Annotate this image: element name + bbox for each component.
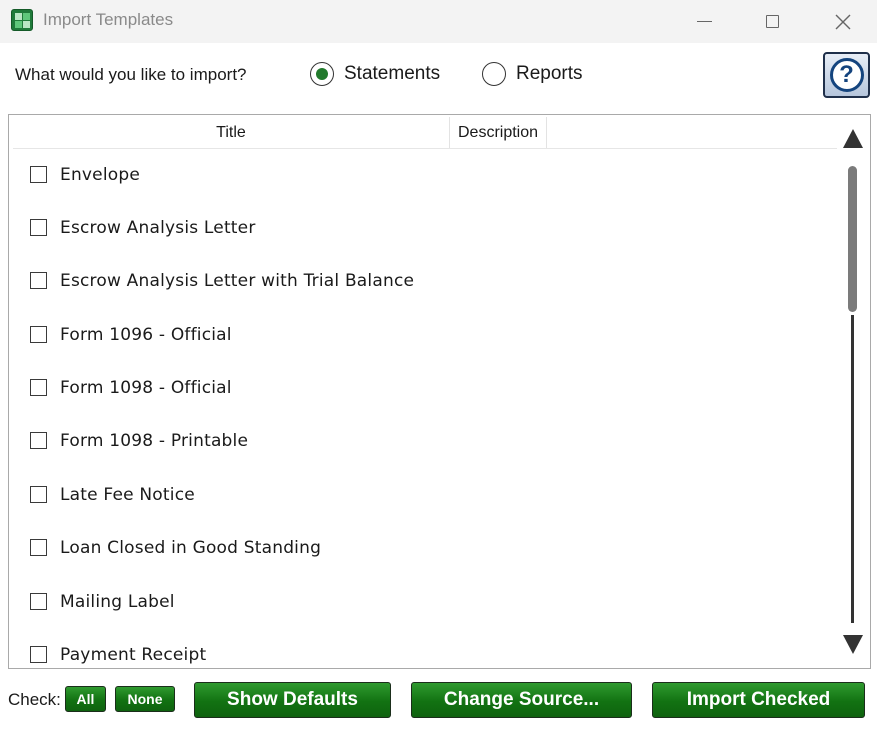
row-title: Escrow Analysis Letter with Trial Balanc…: [60, 270, 415, 291]
maximize-button[interactable]: [749, 0, 795, 43]
window-title: Import Templates: [43, 10, 174, 29]
close-button[interactable]: [820, 0, 866, 43]
maximize-icon: [765, 15, 779, 28]
import-question-label: What would you like to import?: [15, 65, 247, 84]
list-item[interactable]: Escrow Analysis Letter: [9, 201, 835, 254]
list-item[interactable]: Escrow Analysis Letter with Trial Balanc…: [9, 254, 835, 307]
change-source-button[interactable]: Change Source...: [411, 682, 632, 718]
help-icon: ?: [829, 58, 864, 92]
column-header-title[interactable]: Title: [13, 117, 450, 148]
import-templates-window: Import Templates What would you like to …: [0, 0, 877, 737]
vertical-scrollbar[interactable]: [840, 117, 866, 665]
check-label: Check:: [8, 690, 61, 709]
row-title: Envelope: [60, 164, 141, 185]
arrow-down-icon[interactable]: [843, 635, 863, 654]
minimize-button[interactable]: [681, 0, 727, 43]
scrollbar-track[interactable]: [851, 315, 854, 623]
list-item[interactable]: Envelope: [9, 148, 835, 201]
list-item[interactable]: Mailing Label: [9, 575, 835, 628]
list-item[interactable]: Form 1098 - Official: [9, 361, 835, 414]
check-none-button[interactable]: None: [115, 686, 175, 712]
spreadsheet-app-icon: [11, 9, 33, 31]
show-defaults-button[interactable]: Show Defaults: [194, 682, 391, 718]
list-header: Title Description: [13, 117, 837, 149]
list-item[interactable]: Late Fee Notice: [9, 468, 835, 521]
column-header-description[interactable]: Description: [450, 117, 547, 148]
row-checkbox[interactable]: [30, 486, 47, 503]
row-checkbox[interactable]: [30, 593, 47, 610]
row-title: Late Fee Notice: [60, 484, 195, 505]
row-checkbox[interactable]: [30, 539, 47, 556]
import-checked-button[interactable]: Import Checked: [652, 682, 865, 718]
help-button[interactable]: ?: [823, 52, 870, 98]
row-checkbox[interactable]: [30, 272, 47, 289]
minimize-icon: [696, 20, 712, 23]
list-item[interactable]: Payment Receipt: [9, 628, 835, 668]
help-icon-glyph: ?: [839, 61, 854, 88]
reports-radio[interactable]: Reports: [482, 62, 583, 86]
row-title: Mailing Label: [60, 591, 175, 612]
title-bar: Import Templates: [0, 0, 877, 43]
row-checkbox[interactable]: [30, 379, 47, 396]
list-item[interactable]: Form 1096 - Official: [9, 308, 835, 361]
template-list: Title Description Envelope Escrow Analys…: [8, 114, 871, 669]
row-checkbox[interactable]: [30, 219, 47, 236]
radio-circle: [310, 62, 334, 86]
row-checkbox[interactable]: [30, 326, 47, 343]
check-all-button[interactable]: All: [65, 686, 106, 712]
row-title: Form 1098 - Printable: [60, 430, 249, 451]
row-title: Payment Receipt: [60, 644, 207, 665]
statements-radio-label: Statements: [344, 63, 441, 84]
reports-radio-label: Reports: [516, 63, 583, 84]
list-item[interactable]: Form 1098 - Printable: [9, 414, 835, 467]
row-checkbox[interactable]: [30, 646, 47, 663]
scrollbar-thumb[interactable]: [848, 166, 857, 312]
radio-circle: [482, 62, 506, 86]
row-title: Form 1096 - Official: [60, 324, 232, 345]
row-title: Form 1098 - Official: [60, 377, 232, 398]
row-title: Escrow Analysis Letter: [60, 217, 256, 238]
row-checkbox[interactable]: [30, 166, 47, 183]
row-title: Loan Closed in Good Standing: [60, 537, 322, 558]
statements-radio[interactable]: Statements: [310, 62, 440, 86]
radio-selected-dot: [316, 68, 328, 80]
close-icon: [835, 14, 851, 29]
row-checkbox[interactable]: [30, 432, 47, 449]
list-item[interactable]: Loan Closed in Good Standing: [9, 521, 835, 574]
arrow-up-icon[interactable]: [843, 129, 863, 148]
